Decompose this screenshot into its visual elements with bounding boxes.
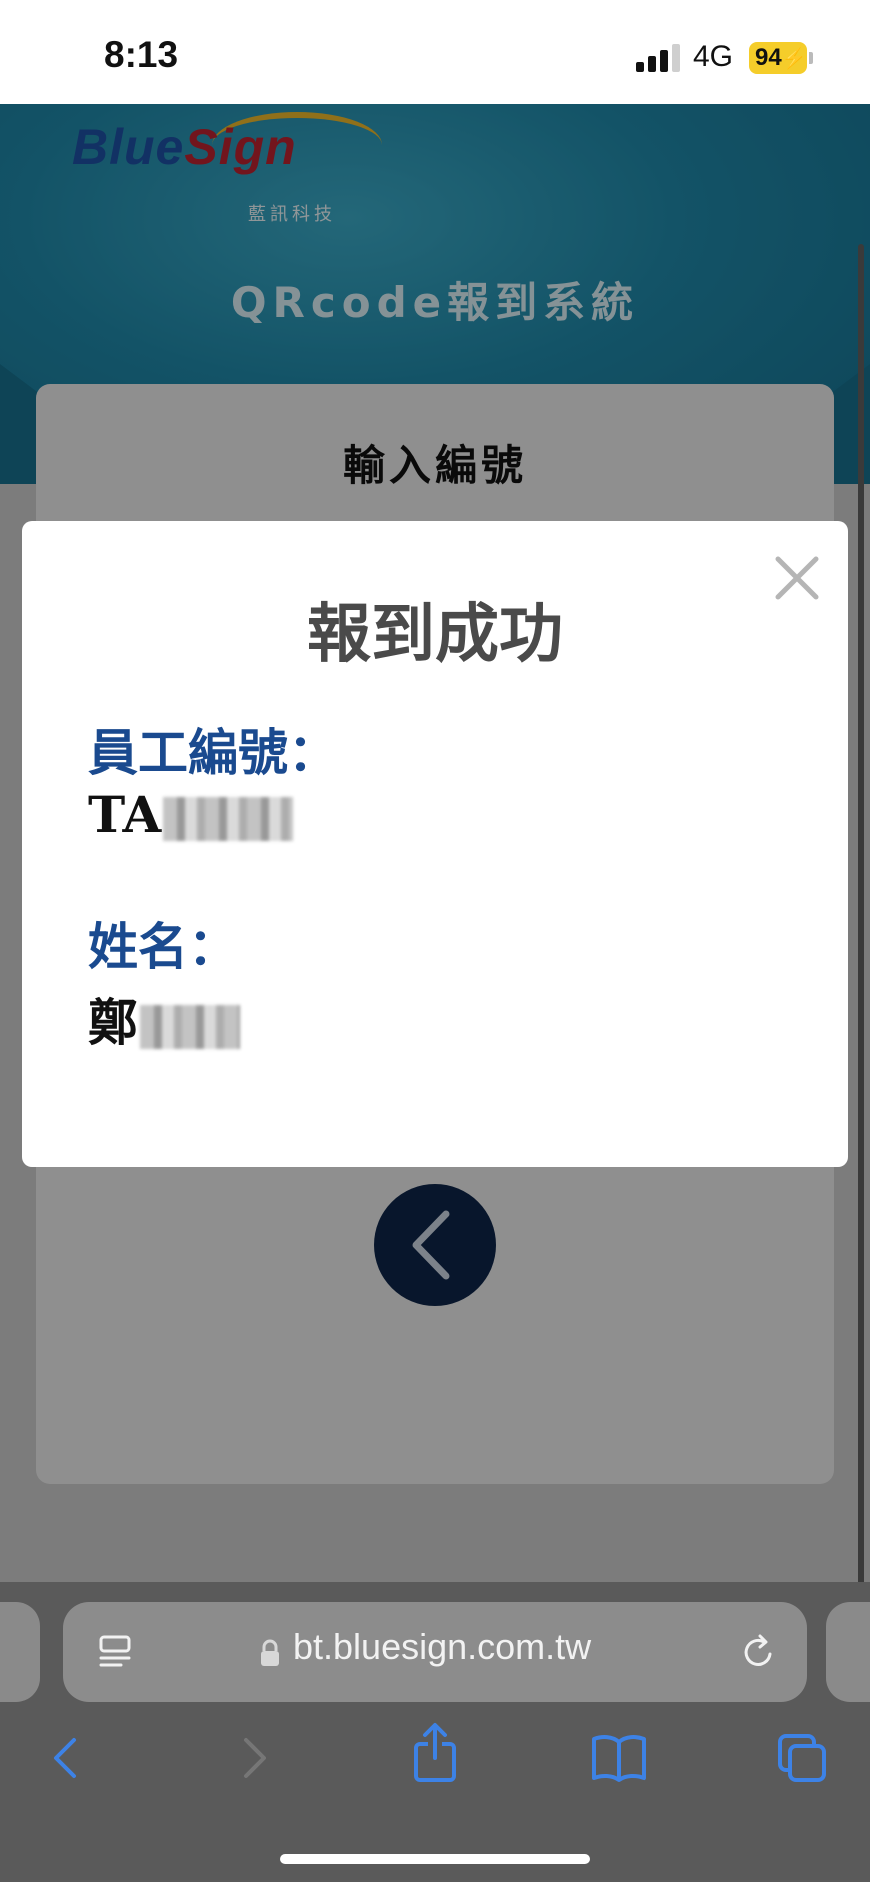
share-icon[interactable] [410, 1722, 460, 1786]
bookmarks-icon[interactable] [590, 1730, 648, 1786]
status-bar: 8:13 4G 94⚡ [0, 0, 870, 104]
name-label: 姓名： [88, 918, 238, 976]
browser-address-area: bt.bluesign.com.tw [0, 1582, 870, 1712]
next-tab-peek[interactable] [826, 1602, 870, 1702]
battery-cap [809, 52, 813, 64]
browser-toolbar [0, 1712, 870, 1882]
reload-icon[interactable] [739, 1632, 779, 1672]
tabs-icon[interactable] [776, 1730, 830, 1786]
network-type: 4G [693, 40, 734, 73]
modal-title: 報到成功 [307, 598, 563, 672]
back-arrow-icon[interactable] [44, 1730, 88, 1786]
name-value: 鄭 [88, 983, 240, 1055]
signal-icon [636, 44, 680, 72]
forward-arrow-icon[interactable] [232, 1730, 276, 1786]
address-bar[interactable]: bt.bluesign.com.tw [63, 1602, 807, 1702]
redacted-area [163, 797, 294, 841]
previous-tab-peek[interactable] [0, 1602, 40, 1702]
battery-icon: 94⚡ [749, 42, 807, 74]
employee-id-value: TA [88, 785, 294, 844]
page-menu-icon[interactable] [95, 1632, 135, 1672]
battery-level: 94 [755, 44, 782, 71]
url-text[interactable]: bt.bluesign.com.tw [293, 1626, 591, 1668]
home-indicator[interactable] [280, 1854, 590, 1864]
lock-icon [261, 1639, 279, 1666]
status-time: 8:13 [104, 34, 179, 75]
scrollbar[interactable] [858, 244, 864, 1582]
redacted-area [140, 1004, 240, 1049]
employee-id-label: 員工編號： [88, 724, 338, 782]
success-modal: 報到成功 員工編號： TA 姓名： 鄭 [22, 521, 848, 1167]
